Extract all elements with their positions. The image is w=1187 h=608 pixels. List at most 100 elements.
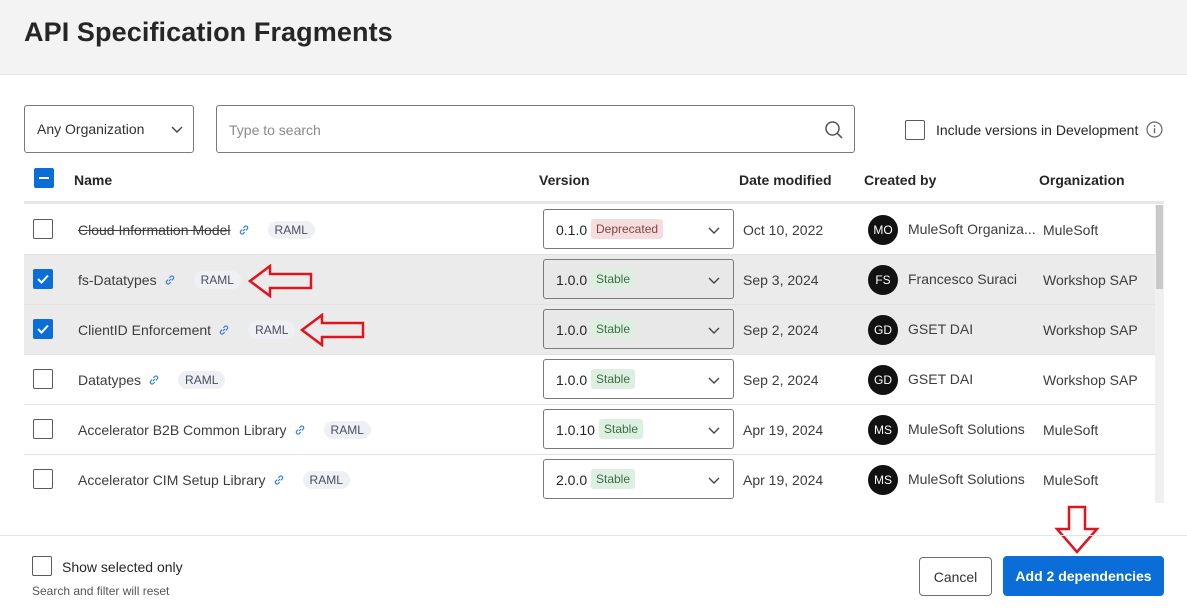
row-checkbox[interactable] bbox=[33, 269, 53, 289]
row-organization: Workshop SAP bbox=[1043, 372, 1138, 388]
search-field[interactable] bbox=[216, 105, 855, 153]
arrow-left-annotation bbox=[300, 313, 365, 347]
row-checkbox[interactable] bbox=[33, 369, 53, 389]
row-organization: Workshop SAP bbox=[1043, 272, 1138, 288]
type-badge: RAML bbox=[178, 371, 226, 389]
version-value: 0.1.0 bbox=[556, 222, 588, 238]
dialog-title: API Specification Fragments bbox=[24, 17, 393, 47]
status-badge: Stable bbox=[591, 469, 636, 489]
version-select[interactable]: 1.0.0 Stable bbox=[543, 259, 734, 299]
organization-select-value: Any Organization bbox=[37, 121, 145, 137]
check-icon bbox=[36, 274, 49, 284]
row-date: Sep 2, 2024 bbox=[743, 322, 819, 338]
column-name[interactable]: Name bbox=[74, 172, 112, 188]
search-input[interactable] bbox=[229, 119, 789, 141]
add-dependencies-button[interactable]: Add 2 dependencies bbox=[1003, 556, 1164, 596]
version-select[interactable]: 0.1.0 Deprecated bbox=[543, 209, 734, 249]
table-row[interactable]: fs-Datatypes RAML 1.0.0 Stable Sep 3, 2024… bbox=[24, 255, 1156, 305]
link-icon[interactable] bbox=[273, 474, 285, 486]
version-value: 2.0.0 bbox=[556, 472, 588, 488]
row-date: Sep 3, 2024 bbox=[743, 272, 819, 288]
show-selected-label: Show selected only bbox=[62, 559, 183, 575]
table-header: Name Version Date modified Created by Or… bbox=[24, 160, 1164, 204]
avatar: MS bbox=[868, 465, 898, 495]
table-body: Cloud Information Model RAML 0.1.0 Depreca… bbox=[24, 205, 1164, 503]
search-icon[interactable] bbox=[824, 120, 844, 140]
row-creator: GSET DAI bbox=[908, 371, 974, 387]
status-badge: Stable bbox=[591, 269, 636, 289]
show-selected-checkbox[interactable] bbox=[32, 556, 52, 576]
row-organization: MuleSoft bbox=[1043, 422, 1099, 438]
status-badge: Stable bbox=[591, 369, 636, 389]
filter-hint: Search and filter will reset bbox=[32, 584, 170, 598]
version-value: 1.0.10 bbox=[556, 422, 595, 438]
organization-select[interactable]: Any Organization bbox=[24, 105, 194, 153]
scrollbar-thumb[interactable] bbox=[1156, 205, 1163, 289]
row-name[interactable]: fs-Datatypes RAML bbox=[78, 271, 241, 289]
row-creator: Francesco Suraci bbox=[908, 271, 1017, 287]
link-icon[interactable] bbox=[294, 424, 306, 436]
info-icon[interactable] bbox=[1146, 121, 1163, 138]
row-creator: MuleSoft Solutions bbox=[908, 471, 1025, 487]
row-name[interactable]: Accelerator CIM Setup Library RAML bbox=[78, 471, 350, 489]
chevron-down-icon bbox=[708, 327, 720, 334]
include-dev-checkbox[interactable] bbox=[905, 120, 925, 140]
table-row[interactable]: Cloud Information Model RAML 0.1.0 Depreca… bbox=[24, 205, 1156, 255]
row-name[interactable]: Cloud Information Model RAML bbox=[78, 221, 315, 239]
link-icon[interactable] bbox=[148, 374, 160, 386]
chevron-down-icon bbox=[171, 126, 183, 133]
chevron-down-icon bbox=[708, 427, 720, 434]
row-name[interactable]: ClientID Enforcement RAML bbox=[78, 321, 296, 339]
link-icon[interactable] bbox=[218, 324, 230, 336]
type-badge: RAML bbox=[193, 271, 241, 289]
table-scrollbar[interactable] bbox=[1155, 205, 1164, 503]
version-select[interactable]: 2.0.0 Stable bbox=[543, 459, 734, 499]
row-date: Sep 2, 2024 bbox=[743, 372, 819, 388]
cancel-button[interactable]: Cancel bbox=[919, 557, 992, 596]
avatar: GD bbox=[868, 315, 898, 345]
chevron-down-icon bbox=[708, 227, 720, 234]
avatar: GD bbox=[868, 365, 898, 395]
table-row[interactable]: Accelerator CIM Setup Library RAML 2.0.0 S… bbox=[24, 455, 1156, 503]
type-badge: RAML bbox=[248, 321, 296, 339]
include-dev-label: Include versions in Development bbox=[936, 122, 1139, 138]
table-row[interactable]: Datatypes RAML 1.0.0 Stable Sep 2, 2024 GD… bbox=[24, 355, 1156, 405]
row-creator: MuleSoft Solutions bbox=[908, 421, 1025, 437]
version-select[interactable]: 1.0.10 Stable bbox=[543, 409, 734, 449]
row-name[interactable]: Accelerator B2B Common Library RAML bbox=[78, 421, 371, 439]
avatar: MO bbox=[868, 215, 898, 245]
select-all-checkbox[interactable] bbox=[34, 168, 54, 188]
row-creator: GSET DAI bbox=[908, 321, 974, 337]
row-organization: MuleSoft bbox=[1043, 222, 1099, 238]
chevron-down-icon bbox=[708, 377, 720, 384]
table-row[interactable]: ClientID Enforcement RAML 1.0.0 Stable Sep… bbox=[24, 305, 1156, 355]
table-row[interactable]: Accelerator B2B Common Library RAML 1.0.1… bbox=[24, 405, 1156, 455]
avatar: MS bbox=[868, 415, 898, 445]
row-checkbox[interactable] bbox=[33, 469, 53, 489]
chevron-down-icon bbox=[708, 277, 720, 284]
column-organization[interactable]: Organization bbox=[1039, 172, 1125, 188]
column-version[interactable]: Version bbox=[539, 172, 590, 188]
version-value: 1.0.0 bbox=[556, 322, 588, 338]
version-value: 1.0.0 bbox=[556, 372, 588, 388]
version-select[interactable]: 1.0.0 Stable bbox=[543, 359, 734, 399]
version-value: 1.0.0 bbox=[556, 272, 588, 288]
column-date-modified[interactable]: Date modified bbox=[739, 172, 832, 188]
check-icon bbox=[36, 324, 49, 334]
status-badge: Deprecated bbox=[591, 219, 664, 239]
row-organization: MuleSoft bbox=[1043, 472, 1099, 488]
link-icon[interactable] bbox=[164, 274, 176, 286]
row-checkbox[interactable] bbox=[33, 219, 53, 239]
row-date: Apr 19, 2024 bbox=[743, 472, 824, 488]
link-icon[interactable] bbox=[238, 224, 250, 236]
type-badge: RAML bbox=[302, 471, 350, 489]
row-checkbox[interactable] bbox=[33, 419, 53, 439]
status-badge: Stable bbox=[591, 319, 636, 339]
type-badge: RAML bbox=[267, 221, 315, 239]
row-name[interactable]: Datatypes RAML bbox=[78, 371, 226, 389]
row-checkbox[interactable] bbox=[33, 319, 53, 339]
column-created-by[interactable]: Created by bbox=[864, 172, 936, 188]
version-select[interactable]: 1.0.0 Stable bbox=[543, 309, 734, 349]
type-badge: RAML bbox=[323, 421, 371, 439]
row-organization: Workshop SAP bbox=[1043, 322, 1138, 338]
